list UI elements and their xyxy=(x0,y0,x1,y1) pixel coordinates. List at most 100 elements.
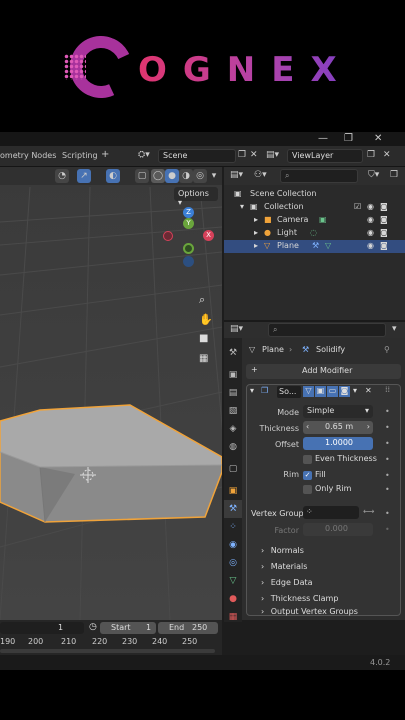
increment-arrow-icon[interactable]: › xyxy=(367,422,370,431)
new-collection-icon[interactable]: ❐ xyxy=(390,170,398,180)
keyframe-dot-icon[interactable]: • xyxy=(385,455,390,464)
remove-modifier-icon[interactable]: ✕ xyxy=(365,386,372,395)
render-camera-icon[interactable]: ◙ xyxy=(380,241,388,250)
gizmo-x-axis[interactable]: X xyxy=(203,230,214,241)
zoom-icon[interactable]: ⌕ xyxy=(199,293,205,307)
maximize-button[interactable]: ❐ xyxy=(344,133,353,144)
physics-tab-icon[interactable]: ◉ xyxy=(224,536,242,554)
add-workspace-button[interactable]: + xyxy=(101,149,109,160)
xray-icon[interactable]: ▢ xyxy=(135,169,149,183)
mode-dropdown[interactable]: Simple ▾ xyxy=(303,405,373,418)
view-layer-tab-icon[interactable]: ▧ xyxy=(224,402,242,420)
subpanel-materials[interactable]: › Materials xyxy=(261,562,307,571)
timeline-scrollbar[interactable] xyxy=(0,649,215,653)
expand-arrow-icon[interactable]: ▾ xyxy=(240,202,244,211)
data-tab-icon[interactable]: ▽ xyxy=(224,572,242,590)
subpanel-thickness-clamp[interactable]: › Thickness Clamp xyxy=(261,594,338,603)
gizmo-neg-y[interactable] xyxy=(183,243,194,254)
keyframe-dot-icon[interactable]: • xyxy=(385,485,390,494)
show-gizmo-icon[interactable]: ↗ xyxy=(77,169,91,183)
wireframe-shading-icon[interactable]: ◯ xyxy=(151,169,165,183)
collapse-arrow-icon[interactable]: ▾ xyxy=(250,386,254,395)
solid-shading-icon[interactable]: ● xyxy=(165,169,179,183)
pin-icon[interactable]: ⚲ xyxy=(384,345,390,354)
remove-view-layer-icon[interactable]: ✕ xyxy=(383,150,391,160)
world-tab-icon[interactable]: ◍ xyxy=(224,438,242,456)
light-data-icon[interactable]: ◌ xyxy=(310,228,317,237)
show-in-editmode-icon[interactable]: ▣ xyxy=(315,386,326,397)
tab-scripting[interactable]: Scripting xyxy=(62,151,98,160)
tool-tab-icon[interactable]: ⚒ xyxy=(224,344,242,362)
mesh-data-icon[interactable]: ▽ xyxy=(325,241,331,250)
gizmo-neg-z[interactable] xyxy=(183,256,194,267)
tab-geometry-nodes[interactable]: ometry Nodes xyxy=(0,151,56,160)
view-layer-selector[interactable]: ViewLayer xyxy=(287,149,363,163)
minimize-button[interactable]: — xyxy=(318,133,328,144)
remove-scene-icon[interactable]: ✕ xyxy=(250,150,258,160)
scene-icon[interactable]: ⛭▾ xyxy=(138,150,150,160)
shading-options-icon[interactable]: ▾ xyxy=(207,169,221,183)
camera-view-icon[interactable]: ■ xyxy=(199,333,208,344)
scene-tab-icon[interactable]: ◈ xyxy=(224,420,242,438)
view-layer-icon[interactable]: ▤▾ xyxy=(266,150,279,160)
visibility-eye-icon[interactable]: ◉ xyxy=(367,215,374,224)
hand-pan-icon[interactable]: ✋ xyxy=(199,313,213,326)
outliner-item-camera[interactable]: ▸ ■ Camera ▣ ◉ ◙ xyxy=(224,214,405,227)
keyframe-dot-icon[interactable]: • xyxy=(385,439,390,448)
chevron-down-icon[interactable]: ▾ xyxy=(392,324,397,334)
particles-tab-icon[interactable]: ⁘ xyxy=(224,518,242,536)
modifier-menu-icon[interactable]: ▾ xyxy=(353,386,357,395)
render-tab-icon[interactable]: ▣ xyxy=(224,366,242,384)
expand-arrow-icon[interactable]: ▸ xyxy=(254,215,258,224)
close-button[interactable]: ✕ xyxy=(374,133,382,144)
outliner-item-light[interactable]: ▸ ● Light ◌ ◉ ◙ xyxy=(224,227,405,240)
outliner-item-collection[interactable]: ▾ ▣ Collection ☑ ◉ ◙ xyxy=(224,201,405,214)
add-modifier-button[interactable]: + Add Modifier xyxy=(246,364,401,379)
gizmo-y-axis[interactable]: Y xyxy=(183,218,194,229)
display-mode-icon[interactable]: ⚇▾ xyxy=(254,170,267,180)
factor-field[interactable]: 0.000 xyxy=(303,523,373,536)
selectability-icon[interactable]: ◔ xyxy=(55,169,69,183)
keyframe-dot-icon[interactable]: • xyxy=(385,407,390,416)
modifier-name-field[interactable]: So... xyxy=(277,386,301,398)
render-camera-icon[interactable]: ◙ xyxy=(380,202,388,211)
current-frame-field[interactable]: 1 xyxy=(0,622,84,634)
invert-vertex-group-icon[interactable]: ⟷ xyxy=(363,507,374,516)
outliner-search-input[interactable]: ⌕ xyxy=(280,169,358,183)
grid-view-icon[interactable]: ▦ xyxy=(199,353,208,364)
scene-selector[interactable]: Scene xyxy=(158,149,236,163)
gizmo-z-axis[interactable]: Z xyxy=(183,207,194,218)
gizmo-neg-x[interactable] xyxy=(163,231,173,241)
constraints-tab-icon[interactable]: ◎ xyxy=(224,554,242,572)
overlays-icon[interactable]: ◐ xyxy=(106,169,120,183)
rendered-shading-icon[interactable]: ◎ xyxy=(193,169,207,183)
modifier-tab-icon[interactable]: ⚒ xyxy=(224,500,242,518)
render-camera-icon[interactable]: ◙ xyxy=(380,215,388,224)
fill-checkbox[interactable]: ✓ xyxy=(303,471,312,480)
start-frame-field[interactable]: Start 1 xyxy=(100,622,156,634)
collection-tab-icon[interactable]: ▢ xyxy=(224,460,242,478)
modifier-wrench-icon[interactable]: ⚒ xyxy=(312,241,319,250)
subpanel-normals[interactable]: › Normals xyxy=(261,546,304,555)
render-toggle-icon[interactable]: ◙ xyxy=(339,386,350,397)
edit-mode-toggle-icon[interactable]: ▽ xyxy=(303,386,314,397)
copy-view-layer-icon[interactable]: ❐ xyxy=(367,150,375,160)
visibility-eye-icon[interactable]: ◉ xyxy=(367,202,374,211)
expand-arrow-icon[interactable]: ▸ xyxy=(254,228,258,237)
expand-arrow-icon[interactable]: ▸ xyxy=(254,241,258,250)
outliner-item-scene-collection[interactable]: ▣ Scene Collection xyxy=(224,188,405,201)
viewport-display-icon[interactable]: ▭ xyxy=(327,386,338,397)
end-frame-field[interactable]: End 250 xyxy=(158,622,218,634)
render-camera-icon[interactable]: ◙ xyxy=(380,228,388,237)
keyframe-dot-icon[interactable]: • xyxy=(385,509,390,518)
keyframe-dot-icon[interactable]: • xyxy=(385,525,390,534)
camera-data-icon[interactable]: ▣ xyxy=(319,215,327,224)
options-dropdown[interactable]: Options ▾ xyxy=(174,187,218,207)
object-tab-icon[interactable]: ▣ xyxy=(224,482,242,500)
subpanel-edge-data[interactable]: › Edge Data xyxy=(261,578,313,587)
even-thickness-checkbox[interactable] xyxy=(303,455,312,464)
material-tab-icon[interactable]: ● xyxy=(224,590,242,608)
subpanel-output-vertex-groups[interactable]: › Output Vertex Groups xyxy=(261,607,358,617)
output-tab-icon[interactable]: ▤ xyxy=(224,384,242,402)
offset-slider[interactable]: 1.0000 xyxy=(303,437,373,450)
